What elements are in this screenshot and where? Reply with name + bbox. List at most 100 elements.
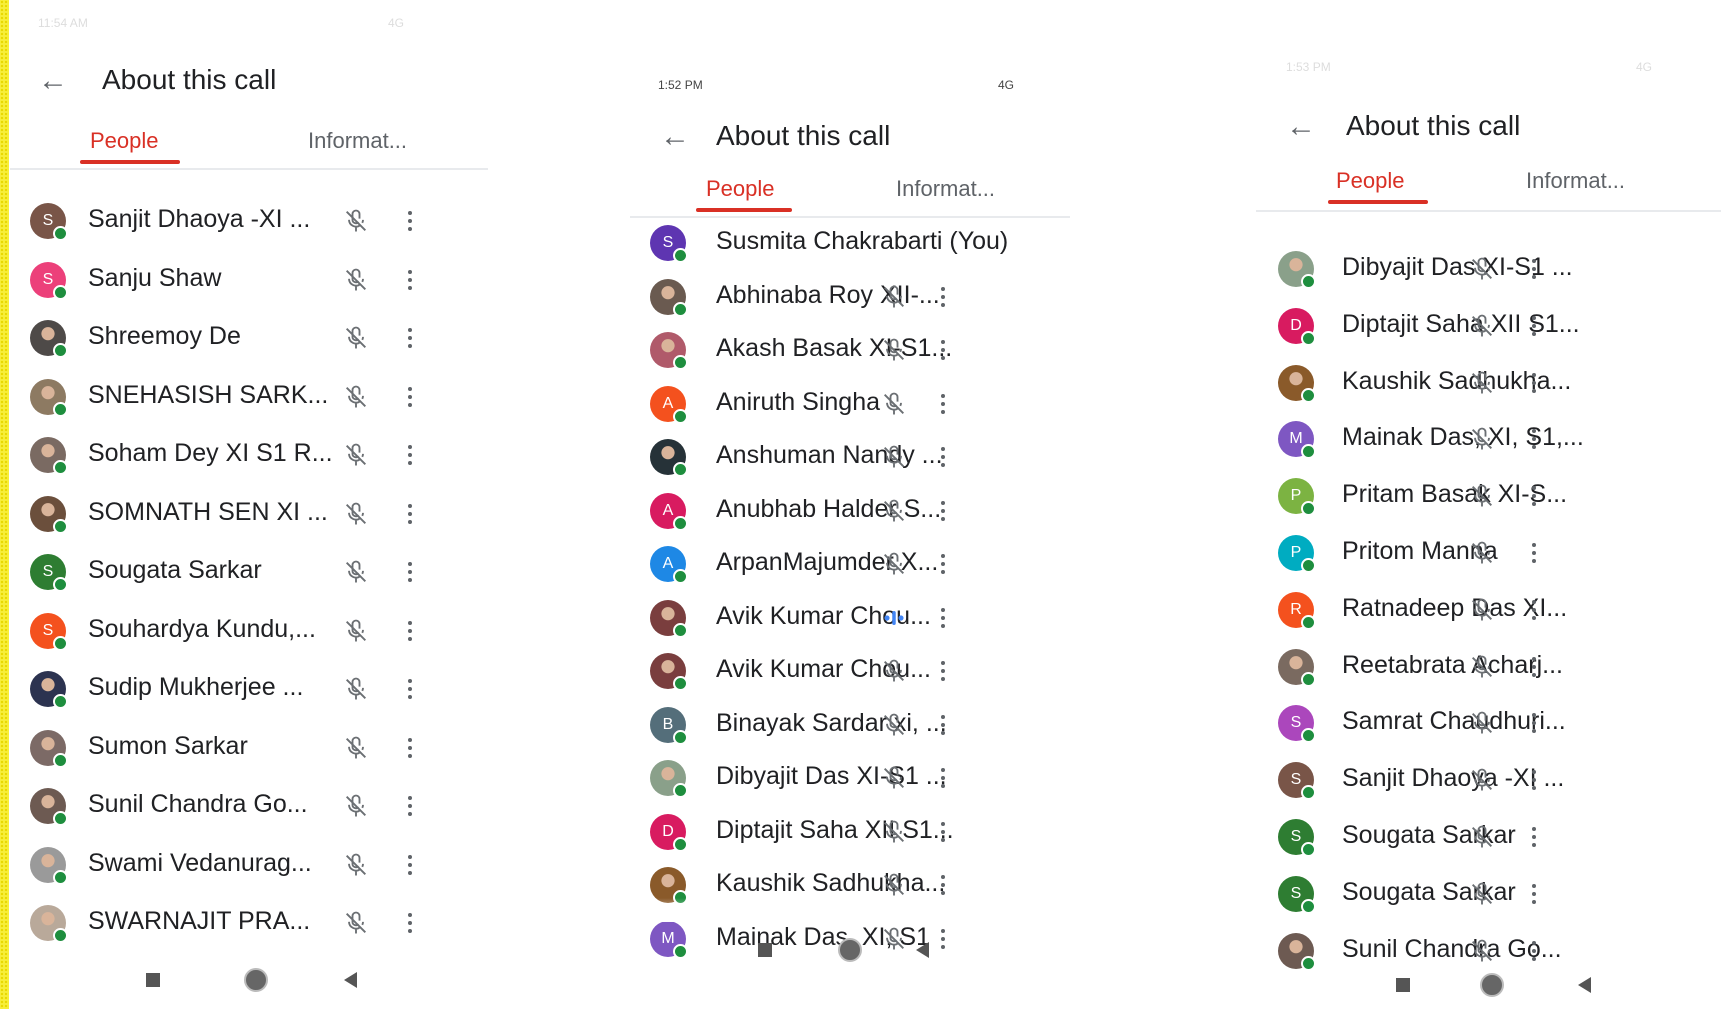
more-vert-icon[interactable] [939, 499, 947, 523]
participant-row[interactable]: A Aniruth Singha [630, 379, 1070, 429]
more-vert-icon[interactable] [406, 209, 414, 233]
participant-row[interactable]: SOMNATH SEN XI ... [10, 489, 490, 539]
participant-row[interactable]: S Sanju Shaw [10, 255, 490, 305]
more-vert-icon[interactable] [406, 326, 414, 350]
more-vert-icon[interactable] [1530, 314, 1538, 338]
more-vert-icon[interactable] [1530, 541, 1538, 565]
participant-row[interactable]: Sumon Sarkar [10, 723, 490, 773]
more-vert-icon[interactable] [1530, 655, 1538, 679]
participant-row[interactable]: D Diptajit Saha XII S1... [1256, 301, 1721, 351]
tab-people[interactable]: People [1336, 168, 1405, 194]
triangle-back-icon[interactable] [1578, 977, 1591, 993]
more-vert-icon[interactable] [939, 606, 947, 630]
participant-list: Dibyajit Das XI-S1 ... D Diptajit Saha XII… [1256, 244, 1721, 984]
more-vert-icon[interactable] [406, 443, 414, 467]
triangle-back-icon[interactable] [916, 942, 929, 958]
tab-people[interactable]: People [706, 176, 775, 202]
participant-row[interactable]: Dibyajit Das XI-S1 ... [630, 753, 1070, 803]
more-vert-icon[interactable] [939, 873, 947, 897]
participant-row[interactable]: Soham Dey XI S1 R... [10, 430, 490, 480]
participant-row[interactable]: M Mainak Das, XI, S1,... [1256, 414, 1721, 464]
participant-row[interactable]: SNEHASISH SARK... [10, 372, 490, 422]
more-vert-icon[interactable] [406, 853, 414, 877]
participant-row[interactable]: S Sougata Sarkar [10, 547, 490, 597]
participant-name: Shreemoy De [88, 322, 241, 350]
participant-row[interactable]: S Sougata Sarkar [1256, 812, 1721, 862]
more-vert-icon[interactable] [1530, 484, 1538, 508]
participant-row[interactable]: Abhinaba Roy XII-... [630, 272, 1070, 322]
more-vert-icon[interactable] [1530, 882, 1538, 906]
participant-row[interactable]: Dibyajit Das XI-S1 ... [1256, 244, 1721, 294]
participant-row[interactable]: S Sanjit Dhaoya -XI ... [10, 196, 490, 246]
more-vert-icon[interactable] [939, 820, 947, 844]
more-vert-icon[interactable] [939, 392, 947, 416]
participant-row[interactable]: Avik Kumar Chou... [630, 593, 1070, 643]
circle-icon[interactable] [1480, 973, 1504, 997]
more-vert-icon[interactable] [939, 338, 947, 362]
more-vert-icon[interactable] [406, 385, 414, 409]
back-arrow-icon[interactable]: ← [1286, 112, 1316, 142]
circle-icon[interactable] [838, 938, 862, 962]
more-vert-icon[interactable] [1530, 825, 1538, 849]
tab-people[interactable]: People [90, 128, 159, 154]
participant-row[interactable]: S Souhardya Kundu,... [10, 606, 490, 656]
online-status-dot [673, 301, 688, 317]
participant-row[interactable]: S Sanjit Dhaoya -XI ... [1256, 755, 1721, 805]
more-vert-icon[interactable] [406, 502, 414, 526]
participant-row[interactable]: Shreemoy De [10, 313, 490, 363]
participant-row[interactable]: D Diptajit Saha XII S1... [630, 807, 1070, 857]
participant-row[interactable]: Swami Vedanurag... [10, 840, 490, 890]
circle-icon[interactable] [244, 968, 268, 992]
more-vert-icon[interactable] [406, 794, 414, 818]
more-vert-icon[interactable] [1530, 598, 1538, 622]
more-vert-icon[interactable] [406, 911, 414, 935]
tab-information[interactable]: Informat... [308, 128, 407, 154]
more-vert-icon[interactable] [939, 659, 947, 683]
participant-row[interactable]: P Pritom Manna [1256, 528, 1721, 578]
more-vert-icon[interactable] [1530, 257, 1538, 281]
more-vert-icon[interactable] [1530, 939, 1538, 963]
tab-information[interactable]: Informat... [896, 176, 995, 202]
square-icon[interactable] [146, 973, 160, 987]
triangle-back-icon[interactable] [344, 972, 357, 988]
more-vert-icon[interactable] [1530, 768, 1538, 792]
more-vert-icon[interactable] [939, 713, 947, 737]
more-vert-icon[interactable] [1530, 427, 1538, 451]
tab-information[interactable]: Informat... [1526, 168, 1625, 194]
participant-row[interactable]: Anshuman Nandy ... [630, 432, 1070, 482]
more-vert-icon[interactable] [406, 619, 414, 643]
online-status-dot [673, 462, 688, 477]
participant-name: Sougata Sarkar [88, 556, 262, 584]
more-vert-icon[interactable] [939, 285, 947, 309]
more-vert-icon[interactable] [939, 445, 947, 469]
participant-name: Akash Basak XI-S1... [716, 334, 953, 362]
participant-row[interactable]: S Samrat Chaudhuri... [1256, 698, 1721, 748]
more-vert-icon[interactable] [939, 552, 947, 576]
participant-row[interactable]: R Ratnadeep Das XI... [1256, 585, 1721, 635]
participant-row[interactable]: Sudip Mukherjee ... [10, 664, 490, 714]
more-vert-icon[interactable] [939, 766, 947, 790]
participant-row[interactable]: Kaushik Sadhukha... [1256, 358, 1721, 408]
square-icon[interactable] [758, 943, 772, 957]
more-vert-icon[interactable] [1530, 371, 1538, 395]
participant-row[interactable]: Sunil Chandra Go... [10, 781, 490, 831]
participant-row[interactable]: P Pritam Basak XI-S... [1256, 471, 1721, 521]
more-vert-icon[interactable] [406, 736, 414, 760]
back-arrow-icon[interactable]: ← [38, 66, 68, 96]
participant-row[interactable]: S Sougata Sarkar [1256, 869, 1721, 919]
more-vert-icon[interactable] [1530, 711, 1538, 735]
participant-row[interactable]: Reetabrata Acharj... [1256, 642, 1721, 692]
participant-row[interactable]: B Binayak Sardar xi, ... [630, 700, 1070, 750]
participant-row[interactable]: S Susmita Chakrabarti (You) [630, 218, 1070, 268]
square-icon[interactable] [1396, 978, 1410, 992]
participant-row[interactable]: A ArpanMajumder X... [630, 539, 1070, 589]
participant-row[interactable]: A Anubhab Halder S... [630, 486, 1070, 536]
more-vert-icon[interactable] [406, 677, 414, 701]
participant-row[interactable]: SWARNAJIT PRA... [10, 898, 490, 948]
more-vert-icon[interactable] [406, 268, 414, 292]
online-status-dot [53, 518, 68, 534]
back-arrow-icon[interactable]: ← [660, 122, 690, 152]
participant-row[interactable]: Avik Kumar Chou... [630, 646, 1070, 696]
participant-row[interactable]: Akash Basak XI-S1... [630, 325, 1070, 375]
more-vert-icon[interactable] [406, 560, 414, 584]
